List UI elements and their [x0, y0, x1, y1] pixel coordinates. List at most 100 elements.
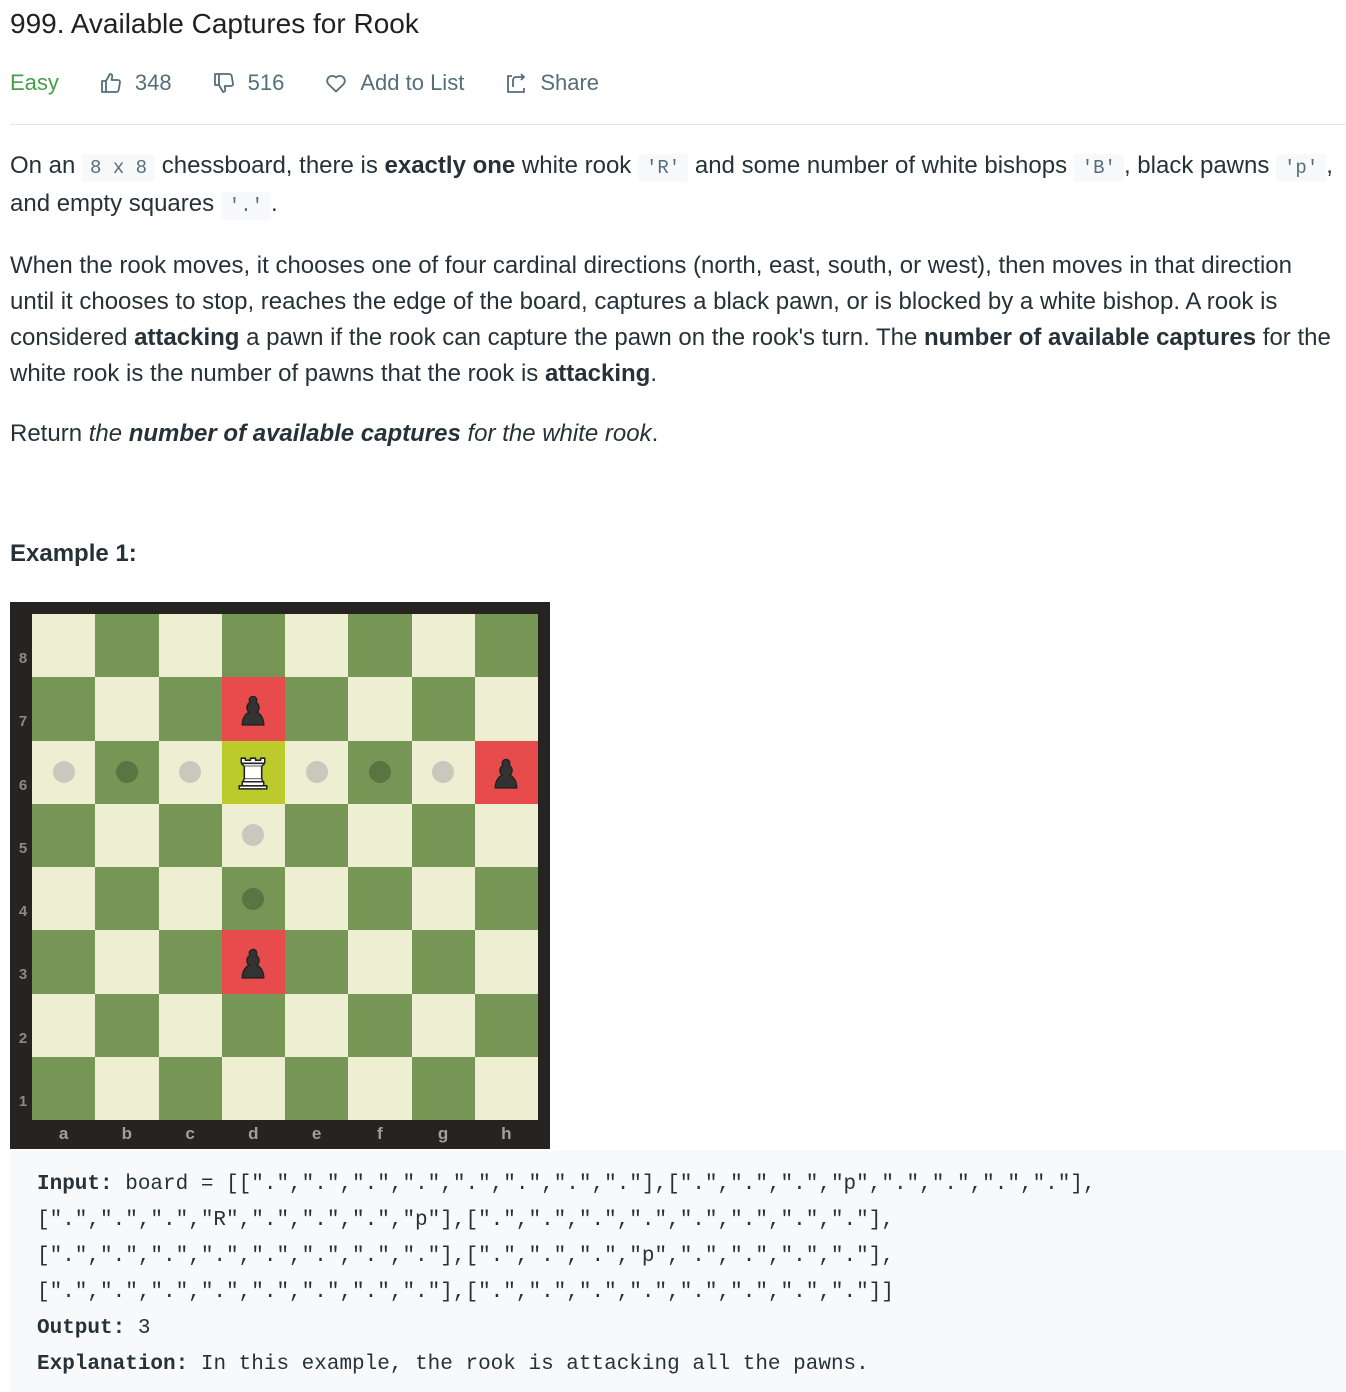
board-square-c7	[158, 677, 222, 741]
board-square-e7	[285, 677, 349, 741]
board-square-d8	[221, 614, 285, 678]
board-square-c8	[158, 614, 222, 678]
rank-label: 6	[18, 776, 28, 794]
board-square-d7	[221, 677, 285, 741]
share-button[interactable]: Share	[504, 70, 599, 96]
board-square-b1	[95, 1056, 159, 1120]
input-line: [".",".",".","R",".",".",".","p"],[".","…	[37, 1209, 894, 1232]
board-square-c1	[158, 1056, 222, 1120]
problem-page: 999. Available Captures for Rook Easy 34…	[0, 0, 1346, 1392]
board-square-b8	[95, 614, 159, 678]
board-square-b6	[95, 740, 159, 804]
problem-description: On an 8 x 8 chessboard, there is exactly…	[10, 148, 1340, 476]
rank-label: 4	[18, 903, 28, 920]
input-line: [".",".",".",".",".",".",".","."],[".","…	[37, 1281, 894, 1304]
explanation-value: In this example, the rook is attacking a…	[188, 1353, 869, 1376]
board-square-g5	[411, 803, 475, 867]
move-dot	[179, 761, 202, 784]
board-square-e5	[285, 803, 349, 867]
move-dot	[242, 887, 265, 910]
chessboard	[32, 614, 538, 1120]
board-square-a1	[32, 1056, 96, 1120]
board-square-f1	[348, 1056, 412, 1120]
emphasis: attacking	[544, 360, 651, 387]
board-square-f2	[348, 993, 412, 1057]
like-count: 348	[134, 70, 172, 95]
board-square-d6	[221, 740, 285, 804]
board-square-g4	[411, 867, 475, 931]
board-square-b4	[95, 867, 159, 931]
board-square-f5	[348, 803, 412, 867]
example-io-block: Input: board = [[".",".",".",".",".","."…	[10, 1150, 1346, 1392]
board-square-f3	[348, 930, 412, 994]
board-square-h2	[474, 993, 538, 1057]
board-square-a4	[32, 867, 96, 931]
board-square-b3	[95, 930, 159, 994]
board-square-e8	[285, 614, 349, 678]
black-pawn-icon	[241, 695, 265, 726]
move-dot	[242, 824, 265, 847]
file-label: a	[58, 1124, 69, 1143]
rank-label: 8	[18, 650, 28, 667]
file-label: b	[121, 1124, 133, 1143]
move-dot	[115, 761, 138, 784]
heart-icon	[326, 75, 347, 93]
share-label: Share	[540, 70, 600, 95]
add-to-list-button[interactable]: Add to List	[324, 70, 464, 96]
description-paragraph-2: When the rook moves, it chooses one of f…	[10, 252, 1331, 387]
board-square-e2	[285, 993, 349, 1057]
board-square-e3	[285, 930, 349, 994]
description-paragraph-3: Return the number of available captures …	[10, 420, 659, 447]
rank-label: 1	[18, 1092, 28, 1110]
board-square-d5	[221, 803, 285, 867]
board-square-h8	[474, 614, 538, 678]
move-dot	[368, 761, 391, 784]
board-square-f7	[348, 677, 412, 741]
black-pawn-icon	[241, 948, 265, 979]
board-square-h6	[474, 740, 538, 804]
board-square-h7	[474, 677, 538, 741]
emphasis: attacking	[134, 324, 240, 351]
board-square-e1	[285, 1056, 349, 1120]
board-square-a6	[32, 740, 96, 804]
board-square-d2	[221, 993, 285, 1057]
board-square-g6	[411, 740, 475, 804]
board-square-g7	[411, 677, 475, 741]
rank-label: 7	[18, 713, 28, 731]
input-line: board = [[".",".",".",".",".",".",".",".…	[112, 1173, 1096, 1196]
inline-code: 8 x 8	[82, 154, 156, 182]
thumbs-down-icon	[213, 73, 234, 93]
description-paragraph-1: On an 8 x 8 chessboard, there is exactly…	[10, 148, 1340, 224]
board-square-a8	[32, 614, 96, 678]
board-square-e4	[285, 867, 349, 931]
emphasis: number of available captures	[924, 324, 1257, 351]
board-square-b2	[95, 993, 159, 1057]
thumbs-up-icon	[101, 73, 121, 93]
problem-actions: Easy 348 516 Add to List Share	[10, 66, 639, 100]
rank-label: 2	[18, 1029, 28, 1047]
file-label: f	[377, 1124, 383, 1143]
white-rook-icon	[238, 757, 268, 790]
board-square-a5	[32, 803, 96, 867]
board-square-c2	[158, 993, 222, 1057]
board-square-f6	[348, 740, 412, 804]
emphasis: exactly one	[384, 152, 516, 179]
like-button[interactable]: 348	[99, 70, 172, 96]
board-square-c3	[158, 930, 222, 994]
board-square-g1	[411, 1056, 475, 1120]
board-square-e6	[285, 740, 349, 804]
board-square-g8	[411, 614, 475, 678]
emphasis: number of available captures	[128, 420, 461, 447]
file-label: e	[311, 1124, 322, 1143]
board-square-h1	[474, 1056, 538, 1120]
board-square-b5	[95, 803, 159, 867]
dislike-button[interactable]: 516	[212, 70, 284, 96]
add-to-list-label: Add to List	[360, 70, 465, 95]
board-square-f4	[348, 867, 412, 931]
board-square-f8	[348, 614, 412, 678]
example-title: Example 1:	[10, 540, 137, 567]
problem-title: 999. Available Captures for Rook	[10, 8, 419, 39]
input-label: Input:	[37, 1173, 113, 1196]
output-value: 3	[125, 1317, 151, 1340]
inline-code: 'B'	[1073, 154, 1124, 182]
